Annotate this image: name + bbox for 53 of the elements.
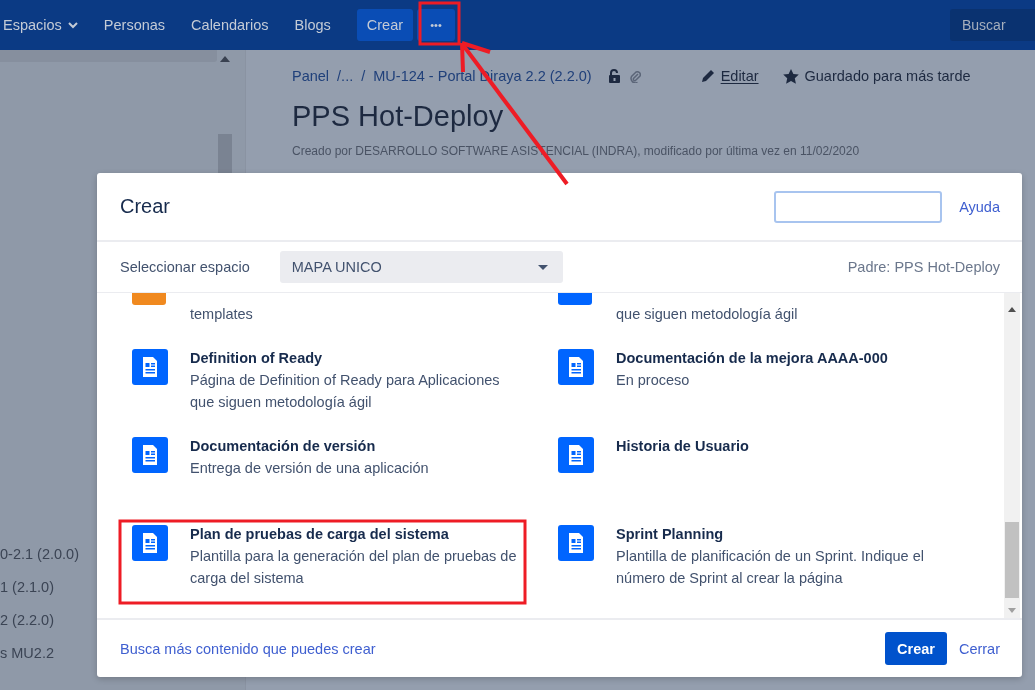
breadcrumb-link[interactable]: /	[361, 68, 366, 84]
create-button[interactable]: Crear	[885, 632, 947, 665]
template-description: Página de Definition of Ready para Aplicaciones que siguen metodología ágil	[190, 371, 501, 412]
template-item[interactable]: Definition of Ready Página de Definition of Ready para Aplicaciones que siguen metodología ágil	[132, 347, 558, 413]
highlight-rectangle	[418, 1, 461, 46]
template-description: En proceso	[616, 371, 691, 390]
template-item[interactable]: Historia de Usuario	[558, 435, 984, 501]
template-description: Entrega de versión de una aplicación	[190, 459, 430, 478]
close-link[interactable]: Cerrar	[958, 640, 1000, 657]
page-title: PPS Hot-Deploy	[292, 99, 505, 134]
dialog-title: Crear	[120, 195, 170, 218]
search-field[interactable]: Buscar	[950, 9, 1035, 41]
pencil-icon	[700, 69, 715, 83]
scrollbar-thumb[interactable]	[1005, 522, 1019, 598]
template-item[interactable]: Sprint Planning Plantilla de planificación de un Sprint. Indique el número de Sprint al crear la página	[558, 523, 984, 589]
scroll-up-icon[interactable]	[220, 56, 230, 62]
parent-page-label: Padre: PPS Hot-Deploy	[847, 259, 1000, 275]
template-description: que siguen metodología ágil	[616, 305, 799, 324]
template-title: Definition of Ready	[190, 349, 324, 368]
create-button[interactable]: Crear	[356, 9, 414, 41]
star-icon	[782, 68, 799, 84]
scroll-down-icon[interactable]	[1008, 608, 1016, 613]
template-title: Historia de Usuario	[616, 437, 750, 456]
template-description: Plantilla de planificación de un Sprint. Indique el número de Sprint al crear la página	[616, 547, 925, 588]
breadcrumb-link[interactable]: /...	[337, 68, 354, 84]
scroll-up-icon[interactable]	[1008, 307, 1016, 312]
page-action-button[interactable]: Editar	[700, 68, 759, 84]
field-label: Seleccionar espacio	[120, 259, 250, 275]
more-content-link[interactable]: Busca más contenido que puedes crear	[120, 640, 376, 657]
nav-link[interactable]: Personas	[103, 17, 166, 33]
template-item[interactable]: que siguen metodología ágil	[558, 293, 984, 325]
template-description: templates	[190, 305, 254, 324]
space-select[interactable]: MAPA UNICO	[279, 251, 563, 283]
paperclip-icon[interactable]	[628, 69, 641, 83]
template-item[interactable]: Documentación de versión Entrega de versión de una aplicación	[132, 435, 558, 501]
nav-link[interactable]: Calendarios	[191, 17, 269, 33]
template-title: Documentación de la mejora AAAA-000	[616, 349, 889, 368]
breadcrumb-link[interactable]: Panel	[292, 68, 330, 84]
template-title: Documentación de versión	[190, 437, 377, 456]
nav-link[interactable]: Espacios	[3, 17, 78, 33]
unlock-icon[interactable]	[607, 69, 621, 83]
template-title: Sprint Planning	[616, 525, 725, 544]
help-link[interactable]: Ayuda	[959, 198, 1000, 215]
template-item[interactable]: templates	[132, 293, 558, 325]
template-search-field[interactable]	[774, 190, 943, 223]
template-item[interactable]: Plan de pruebas de carga del sistema Plantilla para la generación del plan de pruebas de carga del sistema	[132, 523, 558, 589]
template-item[interactable]: Documentación de la mejora AAAA-000 En proceso	[558, 347, 984, 413]
nav-link[interactable]: Blogs	[294, 17, 331, 33]
scrollbar[interactable]	[1004, 293, 1020, 618]
caret-icon	[537, 264, 548, 270]
template-description: Plantilla para la generación del plan de pruebas de carga del sistema	[190, 547, 518, 588]
template-title: Plan de pruebas de carga del sistema	[190, 525, 450, 544]
page-action-button[interactable]: Guardado para más tarde	[782, 68, 971, 84]
